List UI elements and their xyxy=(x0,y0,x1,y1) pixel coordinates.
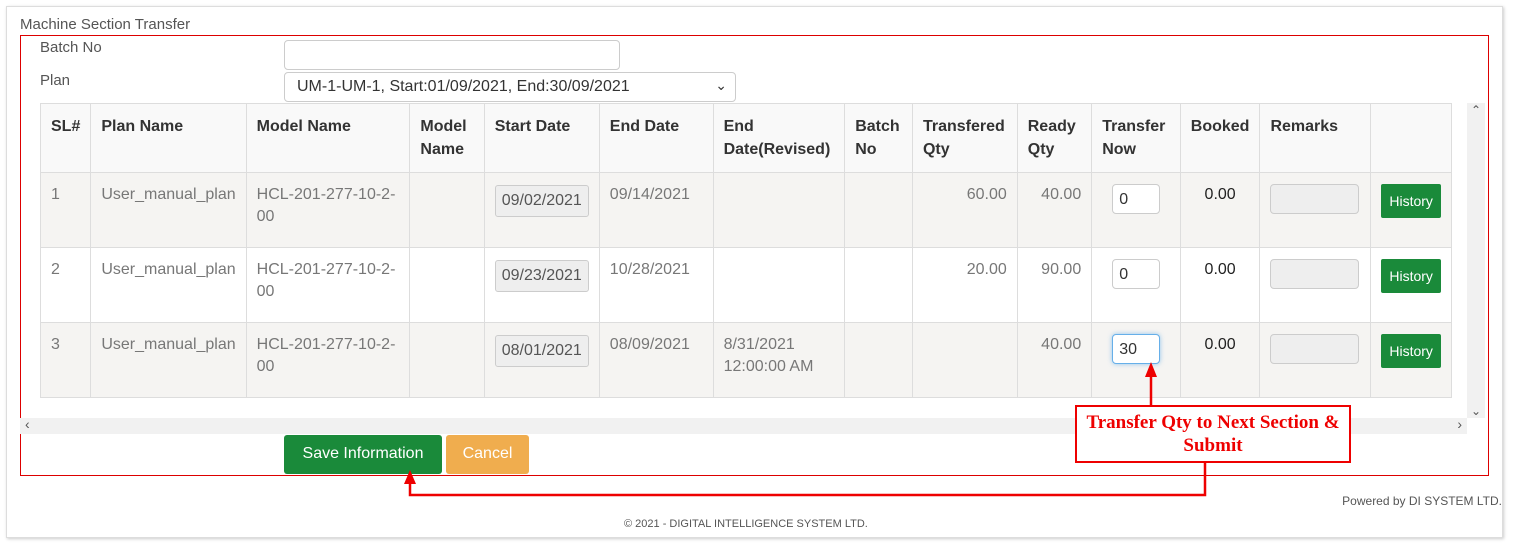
annotation-arrows xyxy=(404,362,1207,497)
annotation-callout: Transfer Qty to Next Section & Submit xyxy=(1075,405,1351,463)
copyright: © 2021 - DIGITAL INTELLIGENCE SYSTEM LTD… xyxy=(624,518,868,530)
powered-by: Powered by DI SYSTEM LTD. xyxy=(1342,494,1502,508)
